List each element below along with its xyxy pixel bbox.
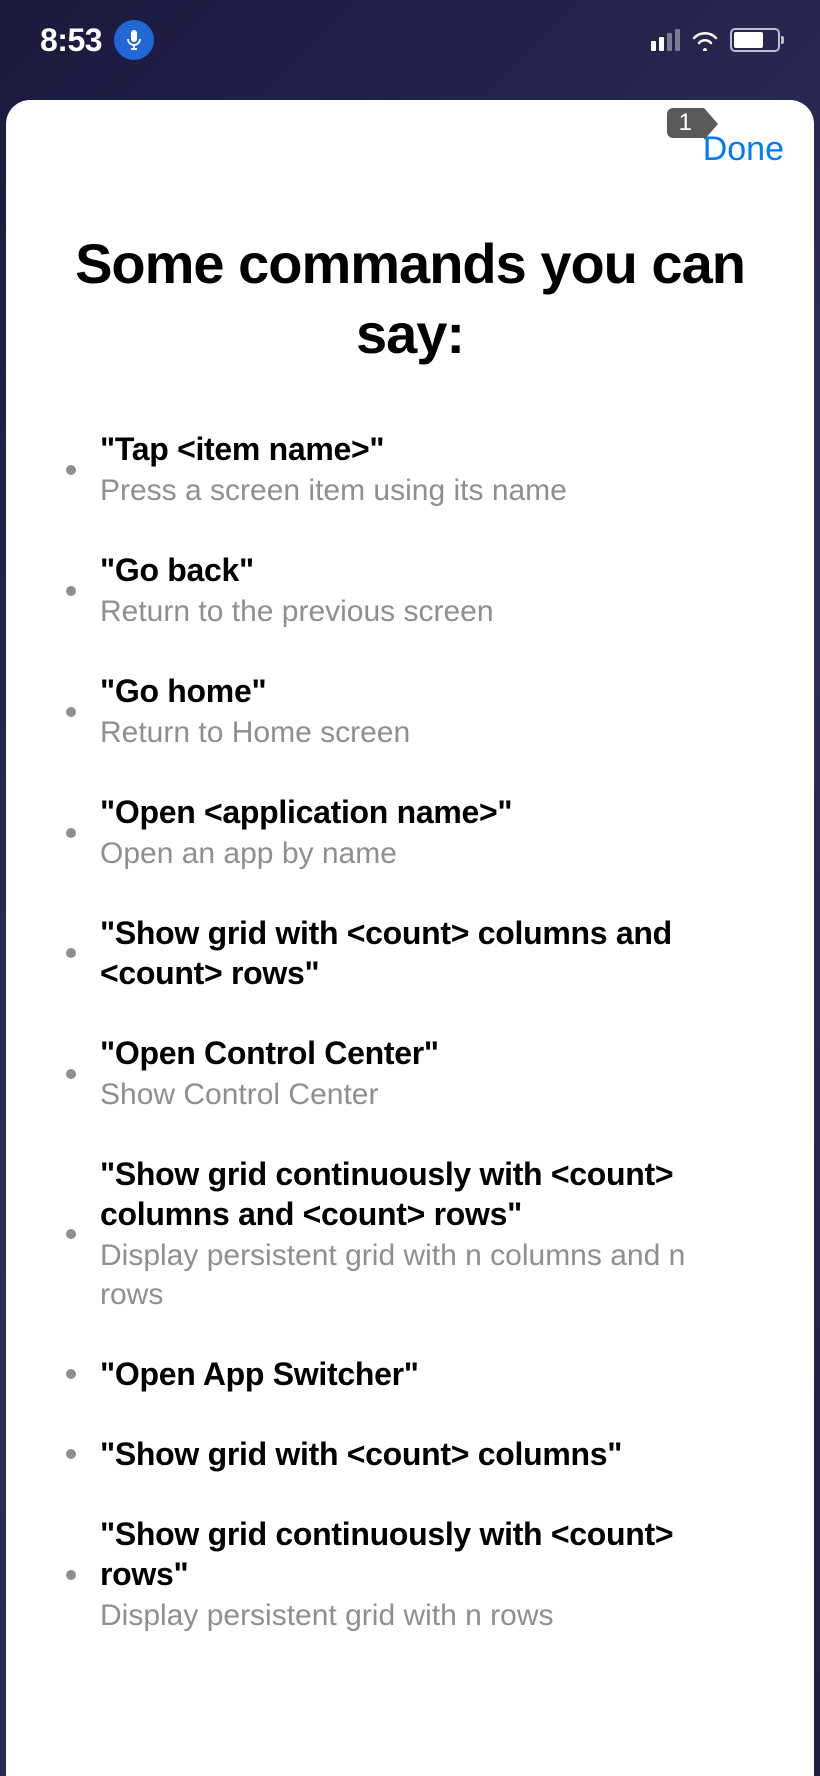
list-item: "Show grid continuously with <count> row… (66, 1514, 754, 1635)
command-title: "Go back" (100, 550, 754, 590)
bullet-icon (66, 707, 76, 717)
list-item: "Open App Switcher" (66, 1354, 754, 1394)
command-title: "Show grid continuously with <count> col… (100, 1154, 754, 1234)
list-item: "Open Control Center" Show Control Cente… (66, 1033, 754, 1114)
command-title: "Show grid continuously with <count> row… (100, 1514, 754, 1594)
voice-control-number-badge[interactable]: 1 (667, 108, 704, 138)
content-area[interactable]: Some commands you can say: "Tap <item na… (6, 179, 814, 1776)
command-title: "Show grid with <count> columns and <cou… (100, 913, 754, 993)
command-title: "Tap <item name>" (100, 429, 754, 469)
microphone-active-icon[interactable] (114, 20, 154, 60)
list-item: "Open <application name>" Open an app by… (66, 792, 754, 873)
command-description: Return to Home screen (100, 713, 754, 752)
cellular-signal-icon (651, 29, 680, 51)
status-time: 8:53 (40, 22, 102, 59)
list-item: "Go back" Return to the previous screen (66, 550, 754, 631)
page-title: Some commands you can say: (66, 229, 754, 369)
command-description: Display persistent grid with n rows (100, 1596, 754, 1635)
command-description: Press a screen item using its name (100, 471, 754, 510)
status-left: 8:53 (40, 20, 154, 60)
bullet-icon (66, 828, 76, 838)
battery-icon (730, 28, 780, 52)
list-item: "Show grid continuously with <count> col… (66, 1154, 754, 1314)
sheet-header: 1 Done (6, 100, 814, 179)
command-title: "Go home" (100, 671, 754, 711)
bullet-icon (66, 465, 76, 475)
command-title: "Show grid with <count> columns" (100, 1434, 754, 1474)
bullet-icon (66, 1570, 76, 1580)
command-description: Show Control Center (100, 1075, 754, 1114)
bullet-icon (66, 586, 76, 596)
wifi-icon (690, 29, 720, 51)
command-title: "Open Control Center" (100, 1033, 754, 1073)
command-description: Return to the previous screen (100, 592, 754, 631)
list-item: "Show grid with <count> columns and <cou… (66, 913, 754, 993)
bullet-icon (66, 1449, 76, 1459)
list-item: "Go home" Return to Home screen (66, 671, 754, 752)
bullet-icon (66, 948, 76, 958)
voice-control-commands-sheet: 1 Done Some commands you can say: "Tap <… (6, 100, 814, 1776)
command-title: "Open <application name>" (100, 792, 754, 832)
command-title: "Open App Switcher" (100, 1354, 754, 1394)
command-list: "Tap <item name>" Press a screen item us… (66, 429, 754, 1635)
command-description: Display persistent grid with n columns a… (100, 1236, 754, 1314)
list-item: "Tap <item name>" Press a screen item us… (66, 429, 754, 510)
status-bar: 8:53 (0, 0, 820, 100)
bullet-icon (66, 1369, 76, 1379)
command-description: Open an app by name (100, 834, 754, 873)
bullet-icon (66, 1229, 76, 1239)
list-item: "Show grid with <count> columns" (66, 1434, 754, 1474)
status-right (651, 28, 780, 52)
bullet-icon (66, 1069, 76, 1079)
